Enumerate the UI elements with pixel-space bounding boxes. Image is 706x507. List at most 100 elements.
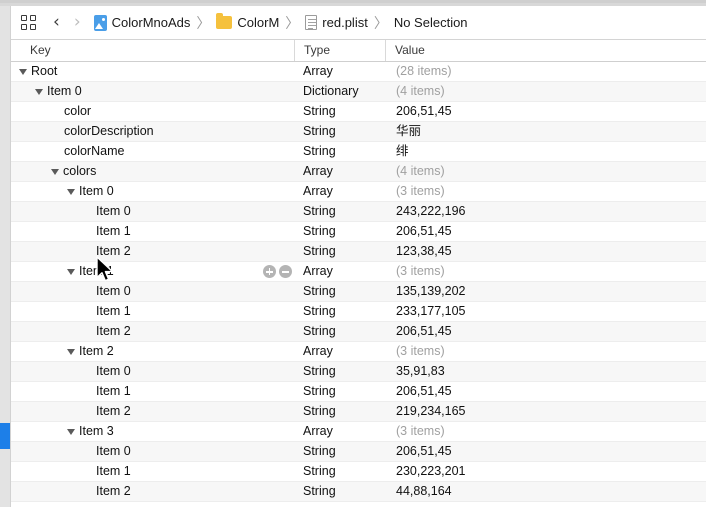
disclosure-triangle-icon[interactable] [51, 169, 59, 175]
cell-key[interactable]: Item 2 [83, 482, 131, 501]
breadcrumb-item-file[interactable]: red.plist [305, 15, 368, 30]
cell-type[interactable]: String [303, 282, 336, 301]
cell-value[interactable]: 绯 [396, 142, 409, 161]
column-header-key[interactable]: Key [30, 40, 51, 61]
cell-type[interactable]: String [303, 122, 336, 141]
cell-key[interactable]: Item 0 [83, 442, 131, 461]
cell-key[interactable]: Item 1 [83, 382, 131, 401]
table-row[interactable]: Item 2String206,51,45 [11, 322, 706, 342]
table-row[interactable]: colorDescription String 华丽 [11, 122, 706, 142]
table-row[interactable]: Item 1 String 206,51,45 [11, 222, 706, 242]
table-row[interactable]: Root Array (28 items) [11, 62, 706, 82]
cell-value[interactable]: 230,223,201 [396, 462, 466, 481]
column-header-type[interactable]: Type [294, 40, 330, 61]
disclosure-triangle-icon[interactable] [35, 89, 43, 95]
cell-type[interactable]: Array [303, 62, 333, 81]
cell-key[interactable]: Item 1 [83, 222, 131, 241]
cell-value[interactable]: (3 items) [396, 342, 445, 361]
cell-type[interactable]: String [303, 402, 336, 421]
cell-key[interactable]: Item 2 [67, 342, 114, 361]
cell-type[interactable]: String [303, 302, 336, 321]
cell-key[interactable]: Item 0 [35, 82, 82, 101]
cell-value[interactable]: 233,177,105 [396, 302, 466, 321]
cell-type[interactable]: Array [303, 422, 333, 441]
table-row[interactable]: Item 2 Array (3 items) [11, 342, 706, 362]
cell-type[interactable]: String [303, 202, 336, 221]
disclosure-triangle-icon[interactable] [67, 349, 75, 355]
table-row[interactable]: Item 0 String 243,222,196 [11, 202, 706, 222]
table-row[interactable]: Item 2String123,38,45 [11, 242, 706, 262]
cell-value[interactable]: 219,234,165 [396, 402, 466, 421]
table-row[interactable]: Item 0Dictionary(4 items) [11, 82, 706, 102]
cell-value[interactable]: 243,222,196 [396, 202, 466, 221]
cell-type[interactable]: String [303, 442, 336, 461]
cell-type[interactable]: String [303, 142, 336, 161]
cell-key[interactable]: Root [19, 62, 57, 81]
cell-key[interactable]: Item 0 [83, 362, 131, 381]
cell-value[interactable]: (3 items) [396, 182, 445, 201]
table-row[interactable]: Item 0 String 135,139,202 [11, 282, 706, 302]
cell-value[interactable]: 123,38,45 [396, 242, 452, 261]
cell-type[interactable]: Array [303, 162, 333, 181]
related-items-button[interactable] [19, 12, 46, 34]
cell-key[interactable]: Item 0 [67, 182, 114, 201]
cell-value[interactable]: 华丽 [396, 122, 421, 141]
cell-type[interactable]: Array [303, 182, 333, 201]
cell-key[interactable]: Item 0 [83, 282, 131, 301]
cell-type[interactable]: String [303, 222, 336, 241]
cell-key[interactable]: colorName [51, 142, 124, 161]
table-row[interactable]: colorName String 绯 [11, 142, 706, 162]
table-row[interactable]: Item 1 String 233,177,105 [11, 302, 706, 322]
cell-key[interactable]: Item 1 [83, 462, 131, 481]
cell-type[interactable]: Array [303, 342, 333, 361]
cell-key[interactable]: Item 1 [83, 302, 131, 321]
table-row[interactable]: Item 2 String 219,234,165 [11, 402, 706, 422]
breadcrumb-item-selection[interactable]: No Selection [394, 15, 468, 30]
table-row[interactable]: colorString206,51,45 [11, 102, 706, 122]
cell-value[interactable]: (3 items) [396, 422, 445, 441]
cell-value[interactable]: 44,88,164 [396, 482, 452, 501]
cell-value[interactable]: (3 items) [396, 262, 445, 281]
disclosure-triangle-icon[interactable] [67, 189, 75, 195]
cell-value[interactable]: 135,139,202 [396, 282, 466, 301]
cell-type[interactable]: String [303, 242, 336, 261]
forward-button[interactable]: › [74, 14, 81, 31]
cell-type[interactable]: String [303, 462, 336, 481]
column-header-value[interactable]: Value [385, 40, 425, 61]
cell-value[interactable]: 35,91,83 [396, 362, 445, 381]
cell-type[interactable]: Array [303, 262, 333, 281]
cell-type[interactable]: String [303, 102, 336, 121]
cell-value[interactable]: 206,51,45 [396, 322, 452, 341]
cell-type[interactable]: String [303, 482, 336, 501]
cell-type[interactable]: String [303, 362, 336, 381]
table-row[interactable]: Item 1Array(3 items) [11, 262, 706, 282]
breadcrumb-item-folder[interactable]: ColorM [216, 15, 279, 30]
cell-key[interactable]: Item 3 [67, 422, 114, 441]
table-row[interactable]: Item 0 String 35,91,83 [11, 362, 706, 382]
disclosure-triangle-icon[interactable] [19, 69, 27, 75]
cell-value[interactable]: 206,51,45 [396, 442, 452, 461]
cell-key[interactable]: Item 2 [83, 402, 131, 421]
table-row[interactable]: Item 1 String 230,223,201 [11, 462, 706, 482]
add-row-button[interactable] [263, 265, 276, 278]
table-row[interactable]: colors Array (4 items) [11, 162, 706, 182]
cell-key[interactable]: Item 0 [83, 202, 131, 221]
table-row[interactable]: Item 2 String 44,88,164 [11, 482, 706, 502]
disclosure-triangle-icon[interactable] [67, 269, 75, 275]
vertical-scrollbar-thumb[interactable] [0, 423, 10, 449]
table-row[interactable]: Item 3 Array (3 items) [11, 422, 706, 442]
cell-value[interactable]: (4 items) [396, 162, 445, 181]
cell-value[interactable]: 206,51,45 [396, 382, 452, 401]
cell-key[interactable]: colorDescription [51, 122, 154, 141]
cell-value[interactable]: 206,51,45 [396, 222, 452, 241]
cell-key[interactable]: colors [51, 162, 96, 181]
breadcrumb-item-project[interactable]: ColorMnoAds [94, 15, 191, 31]
disclosure-triangle-icon[interactable] [67, 429, 75, 435]
cell-value[interactable]: 206,51,45 [396, 102, 452, 121]
cell-value[interactable]: (28 items) [396, 62, 452, 81]
cell-type[interactable]: String [303, 322, 336, 341]
remove-row-button[interactable] [279, 265, 292, 278]
table-row[interactable]: Item 0 Array (3 items) [11, 182, 706, 202]
cell-value[interactable]: (4 items) [396, 82, 445, 101]
table-row[interactable]: Item 0 String 206,51,45 [11, 442, 706, 462]
